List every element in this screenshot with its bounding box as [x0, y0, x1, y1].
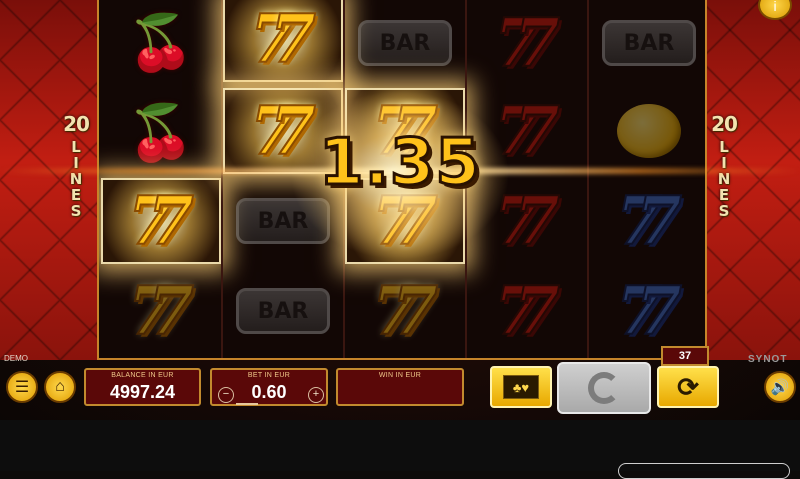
lines-word: LINES — [715, 138, 733, 218]
sound-button[interactable]: 🔊 — [764, 371, 796, 403]
game-stage: 20 LINES 20 LINES 🍒 🍒 77 77 77 77 BAR BA… — [0, 0, 800, 420]
info-icon: i — [773, 0, 777, 14]
bar-symbol: BAR — [236, 288, 330, 334]
lines-indicator-left: 20 LINES — [58, 112, 94, 218]
symbol-seven-win: 77 — [223, 0, 343, 82]
reel-5: BAR 77 77 — [589, 0, 705, 358]
symbol-seven: 77 — [589, 268, 705, 354]
symbol-seven: 77 — [101, 268, 221, 354]
cherry-icon: 🍒 — [127, 102, 195, 163]
bar-symbol: BAR — [602, 20, 696, 66]
spin-icon — [588, 372, 620, 404]
seven-symbol: 77 — [615, 272, 683, 350]
bet-panel: BET IN EUR − 0.60 + — [210, 368, 328, 406]
speaker-icon: 🔊 — [770, 379, 790, 396]
bet-label: BET IN EUR — [247, 372, 291, 379]
win-panel: WIN IN EUR — [336, 368, 464, 406]
menu-button[interactable]: ☰ — [6, 371, 38, 403]
lines-indicator-right: 20 LINES — [706, 112, 742, 218]
seven-symbol: 77 — [371, 272, 439, 350]
autoplay-button[interactable]: ⟳ — [657, 366, 719, 408]
seven-symbol: 77 — [493, 272, 561, 350]
balance-label: BALANCE IN EUR — [111, 372, 174, 379]
gamble-cards-icon: ♣♥ — [503, 375, 539, 399]
symbol-seven-win: 77 — [101, 178, 221, 264]
symbol-bar: BAR — [223, 268, 343, 354]
bottom-pill-outline — [618, 463, 790, 479]
bet-indicator-line — [236, 403, 258, 405]
spin-button[interactable] — [557, 362, 651, 414]
provider-logo: SYNOT — [748, 354, 788, 365]
symbol-seven: 77 — [589, 178, 705, 264]
seven-symbol: 77 — [127, 182, 195, 260]
home-icon: ⌂ — [55, 378, 65, 395]
win-amount: 1.35 — [318, 125, 482, 202]
autoplay-icon: ⟳ — [677, 371, 699, 402]
gamble-button[interactable]: ♣♥ — [490, 366, 552, 408]
balance-panel: BALANCE IN EUR 4997.24 — [84, 368, 201, 406]
symbol-bar: BAR — [345, 0, 465, 86]
symbol-cherry: 🍒 — [101, 0, 221, 86]
demo-label: DEMO — [4, 354, 28, 363]
lines-word: LINES — [67, 138, 85, 218]
symbol-seven: 77 — [467, 0, 587, 86]
home-button[interactable]: ⌂ — [44, 371, 76, 403]
symbol-seven: 77 — [467, 268, 587, 354]
autoplay-count: 37 — [661, 346, 709, 366]
seven-symbol: 77 — [127, 272, 195, 350]
seven-symbol: 77 — [615, 182, 683, 260]
reel-1: 🍒 🍒 77 77 — [101, 0, 221, 358]
seven-symbol: 77 — [249, 0, 317, 78]
symbol-seven: 77 — [345, 268, 465, 354]
cherry-icon: 🍒 — [127, 12, 195, 73]
symbol-cherry: 🍒 — [101, 90, 221, 176]
bet-increase-button[interactable]: + — [308, 387, 324, 403]
menu-icon: ☰ — [14, 379, 30, 396]
seven-symbol: 77 — [493, 4, 561, 82]
win-label: WIN IN EUR — [378, 372, 422, 379]
symbol-lemon — [589, 88, 705, 174]
lines-number: 20 — [711, 112, 738, 136]
symbol-bar: BAR — [589, 0, 705, 86]
lines-number: 20 — [63, 112, 90, 136]
balance-value: 4997.24 — [109, 382, 176, 402]
lemon-icon — [617, 104, 681, 158]
bar-symbol: BAR — [358, 20, 452, 66]
